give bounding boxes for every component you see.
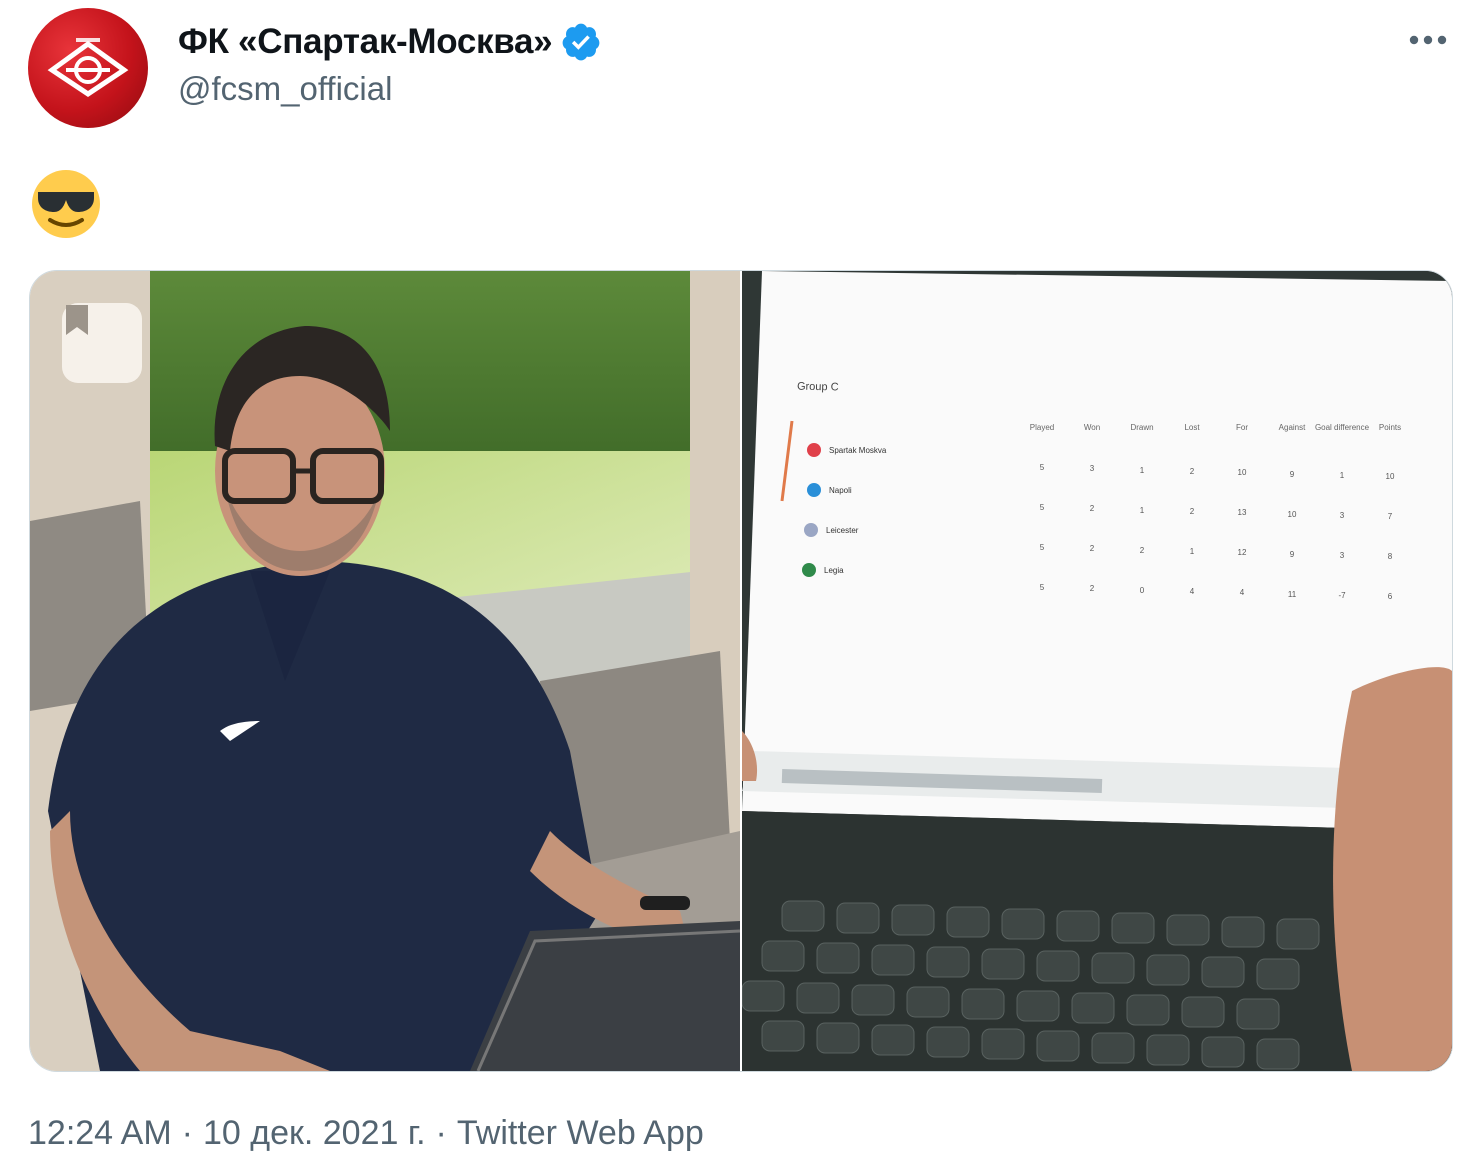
separator: · [181,1114,193,1152]
bookmark-button[interactable] [62,303,142,383]
man-with-laptop-photo[interactable] [30,271,740,1071]
tweet-media[interactable]: Group C Played Won Drawn Lost For Agains… [29,270,1453,1072]
tweet-source-link[interactable]: Twitter Web App [457,1114,704,1153]
laptop-screen-standings-photo[interactable]: Group C Played Won Drawn Lost For Agains… [742,271,1452,1071]
tweet-time[interactable]: 12:24 AM [28,1114,172,1153]
bookmark-icon [66,305,88,335]
smiling-face-with-sunglasses-icon [32,170,100,238]
author-handle[interactable]: @fcsm_official [178,70,392,108]
more-options-icon [1409,35,1447,45]
photo-illustration [30,271,740,1071]
more-options-button[interactable] [1404,20,1452,60]
tweet-metadata: 12:24 AM · 10 дек. 2021 г. · Twitter Web… [28,1114,704,1153]
avatar[interactable] [28,8,148,128]
author-display-name[interactable]: ФК «Спартак-Москва» [178,22,553,62]
author-name-row[interactable]: ФК «Спартак-Москва» [178,18,602,66]
separator: · [435,1114,447,1152]
verified-badge-icon [562,23,600,61]
tweet-date[interactable]: 10 дек. 2021 г. [203,1114,426,1153]
spartak-logo-icon [47,38,129,98]
laptop-illustration [742,271,1452,1071]
